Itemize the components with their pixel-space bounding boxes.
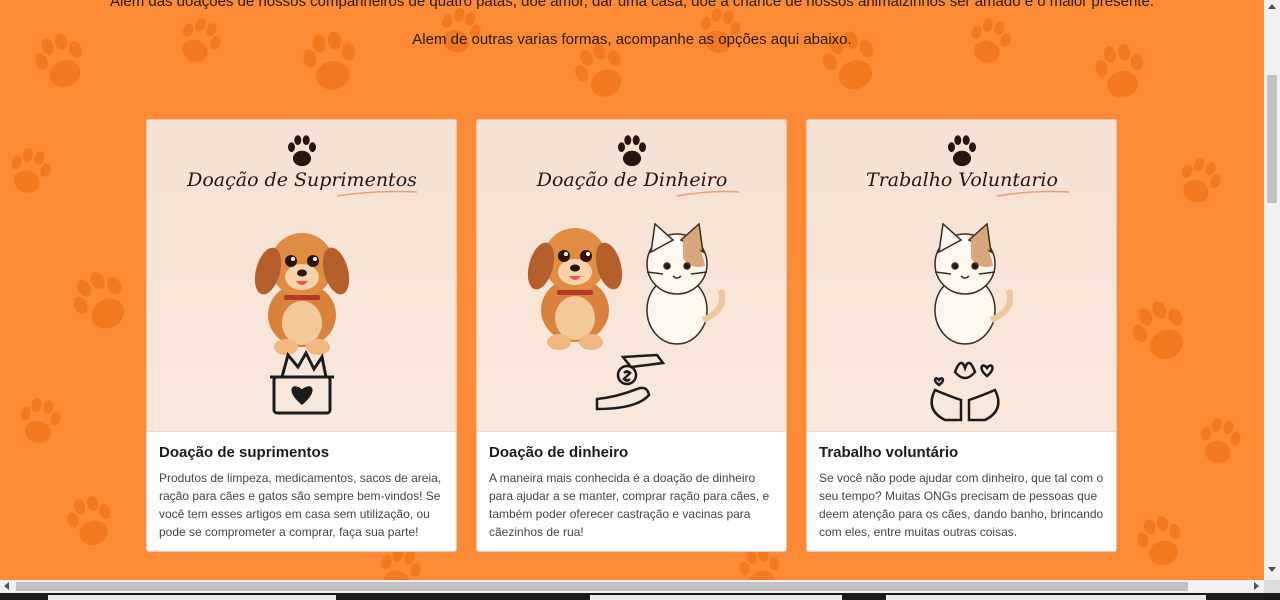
donation-box-icon: [270, 349, 334, 415]
donation-card-volunteer[interactable]: Trabalho Voluntario Trabalho voluntário …: [806, 119, 1117, 552]
card-description: A maneira mais conhecida é a doação de d…: [489, 471, 770, 539]
donation-card-supplies[interactable]: Doação de Suprimentos Doação de suprimen…: [146, 119, 457, 552]
vertical-scrollbar[interactable]: [1264, 0, 1280, 580]
scroll-left-icon[interactable]: [4, 582, 9, 590]
card-title: Trabalho voluntário: [819, 444, 959, 461]
intro-text-line-2: Alem de outras varias formas, acompanhe …: [412, 31, 852, 48]
card-title: Doação de suprimentos: [159, 444, 330, 461]
intro-text-line-1: Alem das doações de nossos companheiros …: [110, 0, 1154, 10]
paw-icon: [618, 135, 646, 167]
kitten-illustration: [934, 222, 1014, 345]
taskbar-strip: [0, 593, 1280, 600]
volunteer-hands-icon: [930, 361, 1000, 422]
card-image-volunteer: Trabalho Voluntario: [807, 120, 1116, 432]
puppy-illustration: [254, 233, 350, 355]
puppy-illustration: [527, 228, 623, 350]
scrollbar-corner: [1264, 580, 1280, 593]
card-image-heading: Doação de Suprimentos: [186, 169, 417, 191]
paw-icon: [288, 135, 316, 167]
horizontal-scroll-thumb[interactable]: [16, 582, 1188, 591]
coin-hands-icon: [595, 353, 666, 411]
horizontal-scrollbar[interactable]: [0, 580, 1264, 593]
kitten-illustration: [646, 222, 726, 345]
card-title: Doação de dinheiro: [489, 444, 629, 461]
card-description: Produtos de limpeza, medicamentos, sacos…: [159, 471, 442, 539]
taskbar-segment: [886, 595, 1206, 600]
scroll-right-icon[interactable]: [1254, 582, 1259, 590]
page-content: Alem das doações de nossos companheiros …: [0, 0, 1264, 580]
card-description: Se você não pode ajudar com dinheiro, qu…: [819, 471, 1104, 539]
card-image-heading: Doação de Dinheiro: [536, 169, 728, 191]
taskbar-segment: [590, 595, 842, 600]
card-image-heading: Trabalho Voluntario: [866, 169, 1058, 191]
scroll-down-icon[interactable]: [1268, 567, 1276, 572]
scroll-up-icon[interactable]: [1268, 4, 1276, 9]
taskbar-segment: [48, 595, 336, 600]
card-image-money: Doação de Dinheiro: [477, 120, 786, 432]
card-image-supplies: Doação de Suprimentos: [147, 120, 456, 432]
paw-icon: [948, 135, 976, 167]
donation-card-money[interactable]: Doação de Dinheiro Doação de dinheiro A …: [476, 119, 787, 552]
vertical-scroll-thumb[interactable]: [1267, 75, 1277, 203]
